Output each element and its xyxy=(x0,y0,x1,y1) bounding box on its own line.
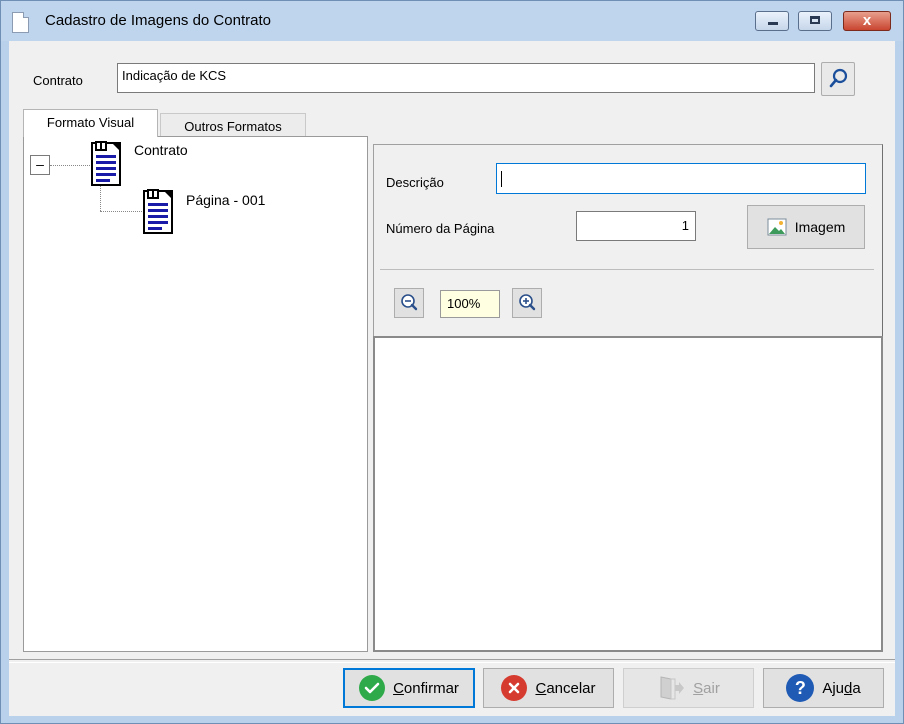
dialog-client: Contrato Indicação de KCS Formato Visual… xyxy=(9,41,895,716)
cancelar-text: ancelar xyxy=(546,679,596,697)
tree-child-label[interactable]: Página - 001 xyxy=(186,192,265,208)
bottom-separator xyxy=(9,659,895,663)
search-icon xyxy=(829,68,848,88)
cancelar-button[interactable]: Cancelar xyxy=(483,668,614,708)
confirmar-button[interactable]: Confirmar xyxy=(343,668,475,708)
exit-icon xyxy=(660,676,685,700)
form-panel: Descrição Número da Página 1 Imagem 100% xyxy=(373,144,883,336)
document-icon xyxy=(12,12,29,33)
cancelar-mnemonic: C xyxy=(535,679,547,697)
image-viewer[interactable] xyxy=(373,336,883,652)
document-icon xyxy=(143,189,173,234)
minimize-button[interactable] xyxy=(755,11,789,31)
tree-root-label[interactable]: Contrato xyxy=(134,142,188,158)
maximize-icon xyxy=(810,16,820,24)
check-icon xyxy=(359,675,386,701)
close-button[interactable]: x xyxy=(843,11,891,31)
tab-formato-visual[interactable]: Formato Visual xyxy=(23,109,158,137)
sair-button[interactable]: Sair xyxy=(623,668,754,708)
contrato-label: Contrato xyxy=(33,73,83,88)
cancelar-label: Cancelar xyxy=(535,680,595,697)
contrato-field[interactable]: Indicação de KCS xyxy=(117,63,815,93)
tree-panel: – Contrato Página - 001 xyxy=(23,136,368,652)
minimize-icon xyxy=(768,22,778,25)
zoom-level[interactable]: 100% xyxy=(440,290,500,318)
maximize-button[interactable] xyxy=(798,11,832,31)
zoom-in-button[interactable] xyxy=(512,288,542,318)
search-button[interactable] xyxy=(821,62,855,96)
dialog-window: Cadastro de Imagens do Contrato x Contra… xyxy=(0,0,904,724)
image-icon xyxy=(767,218,787,236)
imagem-button-label: Imagem xyxy=(794,219,846,235)
title-bar: Cadastro de Imagens do Contrato x xyxy=(1,1,903,41)
ajuda-text-end: a xyxy=(852,679,861,697)
numero-pagina-input[interactable]: 1 xyxy=(576,211,696,241)
document-icon xyxy=(91,141,121,186)
divider xyxy=(380,269,874,270)
sair-label: Sair xyxy=(693,680,720,697)
confirmar-label: Confirmar xyxy=(393,680,459,697)
sair-text: air xyxy=(703,679,720,697)
numero-label: Número da Página xyxy=(386,221,495,236)
window-title: Cadastro de Imagens do Contrato xyxy=(45,12,271,29)
sair-mnemonic: S xyxy=(693,679,704,697)
collapse-toggle[interactable]: – xyxy=(30,155,50,175)
zoom-out-icon xyxy=(401,294,418,311)
ajuda-text-start: Aju xyxy=(822,679,844,697)
descricao-input[interactable] xyxy=(496,163,866,194)
zoom-in-icon xyxy=(519,294,536,311)
zoom-out-button[interactable] xyxy=(394,288,424,318)
ajuda-label: Ajuda xyxy=(822,680,860,697)
confirmar-mnemonic: C xyxy=(393,679,404,697)
close-icon: x xyxy=(862,12,872,29)
confirmar-text: onfirmar xyxy=(403,679,459,697)
ajuda-button[interactable]: ? Ajuda xyxy=(763,668,884,708)
tree-line xyxy=(100,211,144,212)
tree-line xyxy=(50,165,90,166)
text-caret xyxy=(501,171,502,187)
imagem-button[interactable]: Imagem xyxy=(747,205,865,249)
descricao-label: Descrição xyxy=(386,175,444,190)
cancel-icon xyxy=(501,675,528,701)
help-icon: ? xyxy=(786,674,815,702)
